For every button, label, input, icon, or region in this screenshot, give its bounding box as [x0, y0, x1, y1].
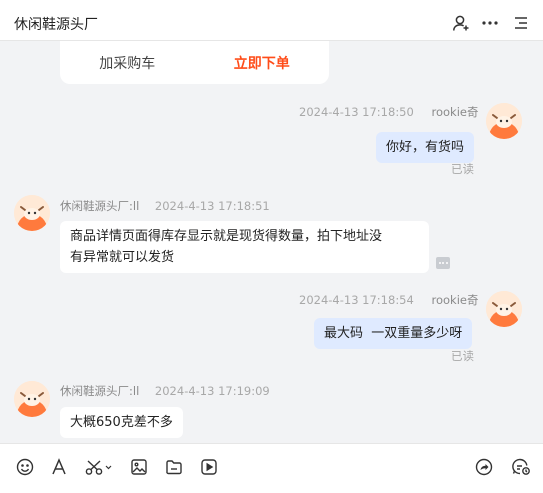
- input-toolbar: [0, 443, 543, 493]
- add-to-cart-button[interactable]: 加采购车: [60, 41, 195, 84]
- sender-name: rookie奇: [431, 293, 479, 307]
- order-now-button[interactable]: 立即下单: [195, 41, 330, 84]
- avatar[interactable]: [486, 291, 522, 327]
- sender-name: 休闲鞋源头厂:ll: [60, 199, 140, 213]
- sender-name: 休闲鞋源头厂:ll: [60, 384, 140, 398]
- message-meta: 2024-4-13 17:18:54 rookie奇: [299, 292, 478, 308]
- screenshot-icon[interactable]: [84, 456, 114, 478]
- message-more-icon[interactable]: [436, 257, 450, 269]
- message-time: 2024-4-13 17:18:54: [299, 293, 414, 307]
- message-time: 2024-4-13 17:18:50: [299, 105, 414, 119]
- emoji-icon[interactable]: [14, 456, 36, 478]
- folder-icon[interactable]: [163, 456, 185, 478]
- message-meta: 休闲鞋源头厂:ll 2024-4-13 17:18:51: [60, 198, 270, 214]
- read-status: 已读: [451, 349, 474, 363]
- message-bubble: 你好，有货吗: [376, 132, 475, 163]
- chat-messages: 加采购车 立即下单 2024-4-13 17:18:50 rookie奇 你好，…: [0, 41, 543, 443]
- avatar[interactable]: [486, 103, 522, 139]
- message-meta: 休闲鞋源头厂:ll 2024-4-13 17:19:09: [60, 383, 270, 399]
- share-icon[interactable]: [473, 456, 495, 478]
- sender-name: rookie奇: [431, 105, 479, 119]
- message-line: 有异常就可以发货: [70, 250, 175, 265]
- message-bubble: 商品详情页面得库存显示就是现货得数量，拍下地址没 有异常就可以发货: [60, 221, 429, 273]
- message-meta: 2024-4-13 17:18:50 rookie奇: [299, 104, 478, 120]
- read-status: 已读: [451, 162, 474, 176]
- menu-list-icon[interactable]: [511, 13, 531, 33]
- avatar[interactable]: [14, 381, 50, 417]
- message-time: 2024-4-13 17:19:09: [154, 384, 270, 398]
- font-icon[interactable]: [48, 456, 70, 478]
- chat-title: 休闲鞋源头厂: [14, 17, 98, 33]
- quick-reply-icon[interactable]: [510, 456, 532, 478]
- chat-header: 休闲鞋源头厂: [0, 0, 543, 41]
- image-icon[interactable]: [128, 456, 150, 478]
- message-bubble: 最大码 一双重量多少呀: [314, 318, 473, 349]
- message-time: 2024-4-13 17:18:51: [154, 199, 270, 213]
- add-contact-icon[interactable]: [451, 13, 471, 33]
- message-bubble: 大概650克差不多: [60, 407, 183, 438]
- message-line: 商品详情页面得库存显示就是现货得数量，拍下地址没: [70, 229, 383, 244]
- product-card-actions: 加采购车 立即下单: [60, 41, 329, 84]
- video-icon[interactable]: [198, 456, 220, 478]
- avatar[interactable]: [14, 195, 50, 231]
- more-icon[interactable]: [480, 13, 500, 33]
